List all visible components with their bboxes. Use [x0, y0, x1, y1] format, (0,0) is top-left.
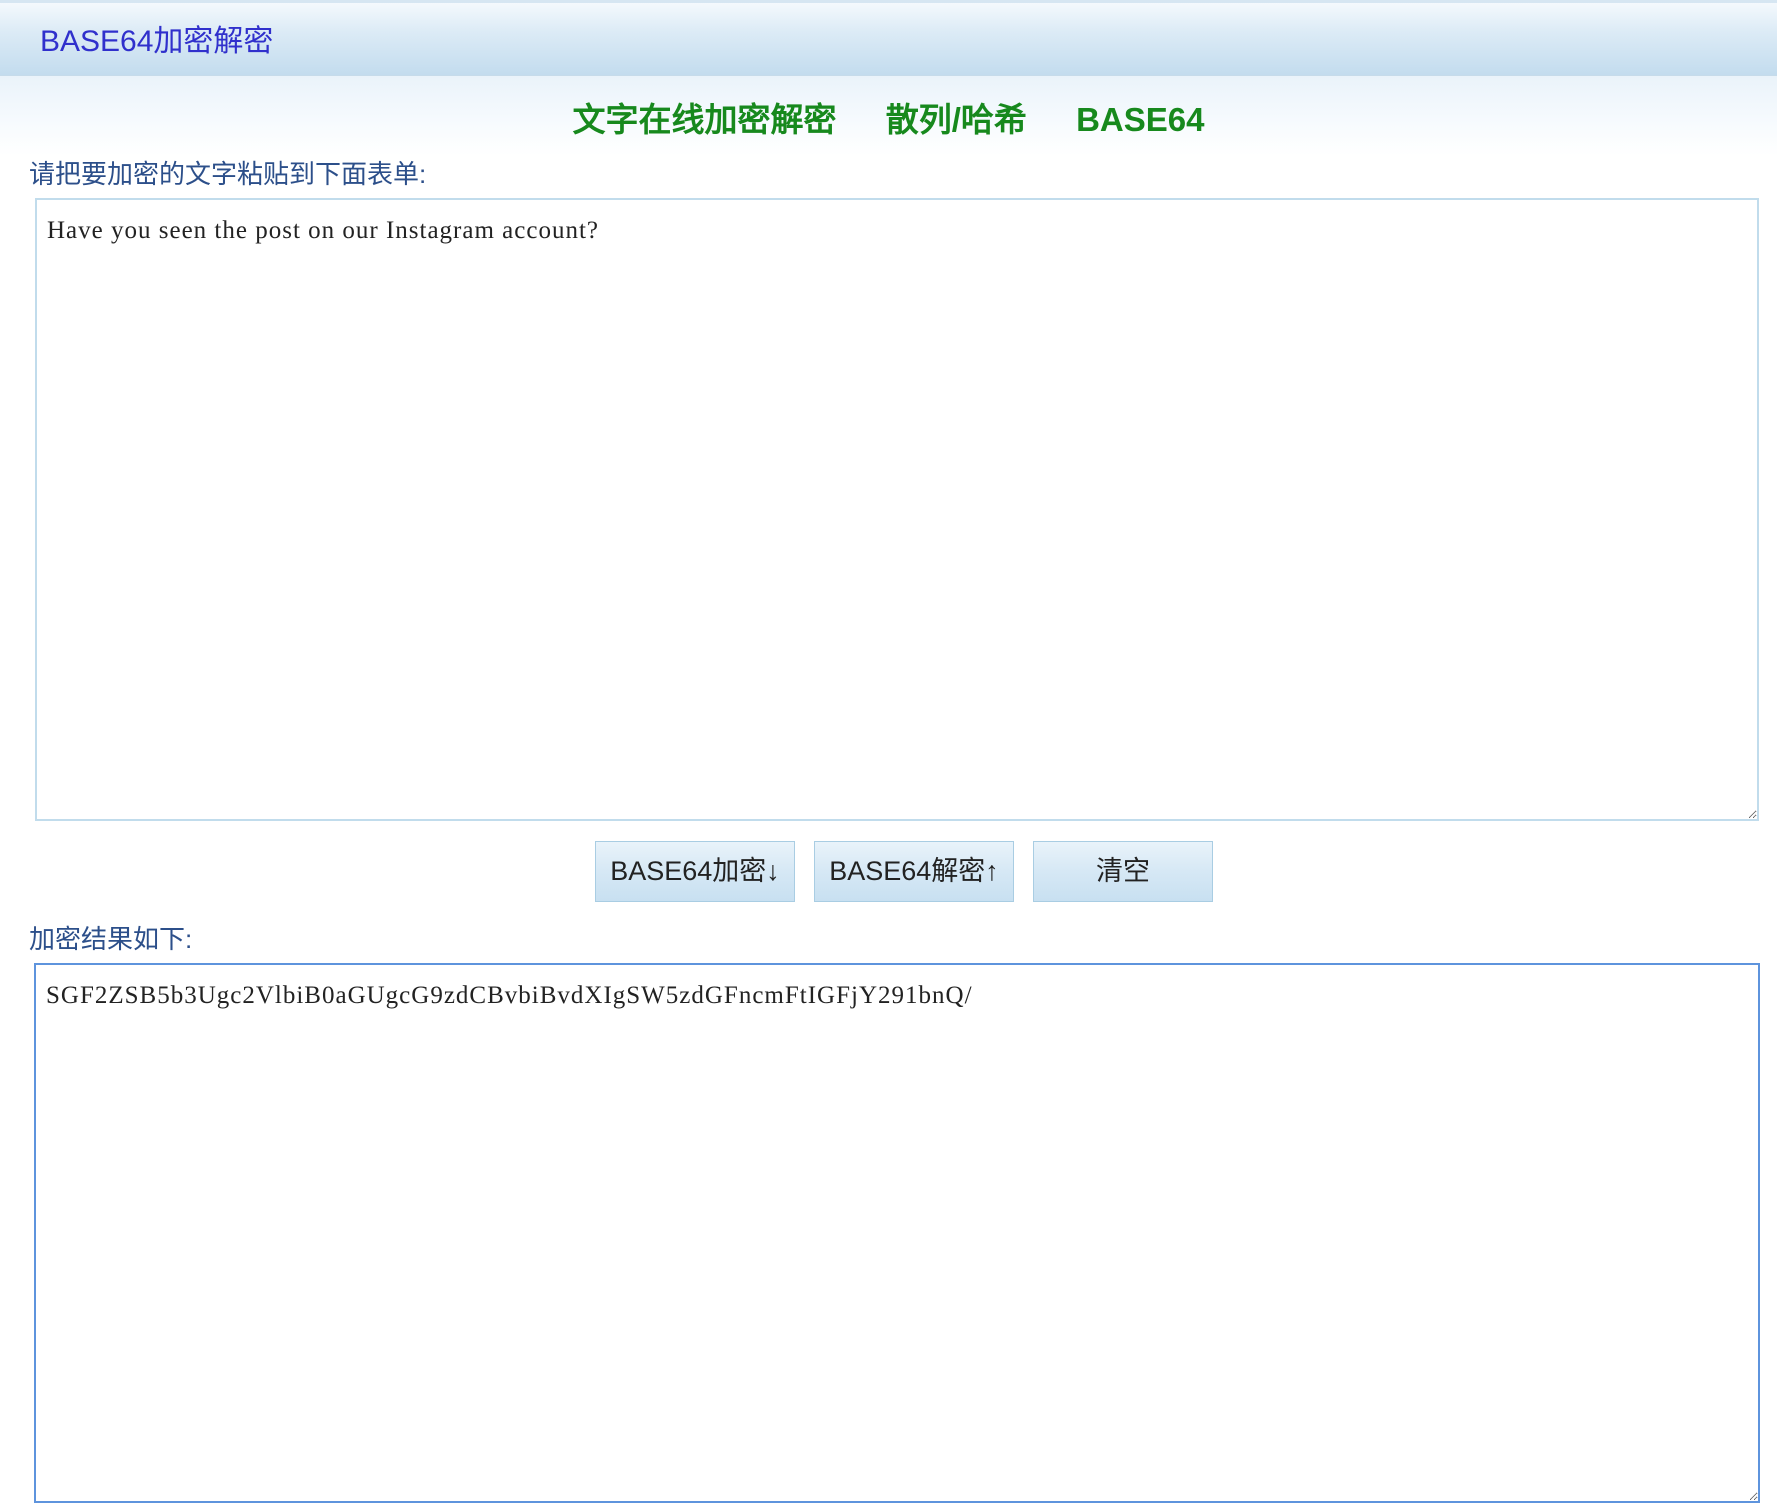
output-label: 加密结果如下: [29, 924, 193, 954]
button-row: BASE64加密↓ BASE64解密↑ 清空 [0, 841, 1777, 902]
nav-link-base64[interactable]: BASE64 [1076, 100, 1204, 140]
base64-decode-button[interactable]: BASE64解密↑ [814, 841, 1014, 902]
nav-link-hash[interactable]: 散列/哈希 [886, 100, 1027, 140]
header-title: BASE64加密解密 [40, 25, 274, 58]
input-label: 请把要加密的文字粘贴到下面表单: [29, 159, 427, 189]
input-textarea[interactable]: Have you seen the post on our Instagram … [35, 198, 1759, 821]
clear-button[interactable]: 清空 [1033, 841, 1213, 902]
nav-links: 文字在线加密解密 散列/哈希 BASE64 [0, 100, 1777, 140]
output-textarea[interactable]: SGF2ZSB5b3Ugc2VlbiB0aGUgcG9zdCBvbiBvdXIg… [34, 963, 1760, 1503]
base64-encode-button[interactable]: BASE64加密↓ [595, 841, 795, 902]
header-bar: BASE64加密解密 [0, 0, 1777, 76]
nav-link-text-encrypt[interactable]: 文字在线加密解密 [573, 100, 837, 140]
